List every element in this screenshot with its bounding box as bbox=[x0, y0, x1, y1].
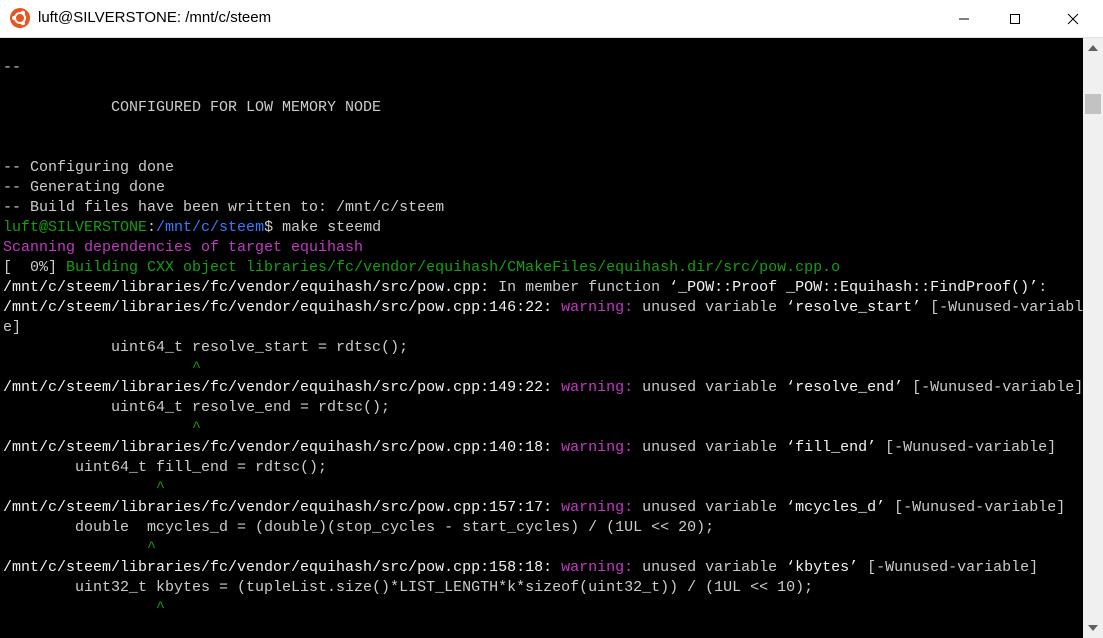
warning-label: warning: bbox=[552, 379, 634, 396]
caret-marker: ^ bbox=[3, 359, 202, 376]
variable-name: ‘kbytes’ bbox=[786, 559, 859, 576]
variable-name: ‘fill_end’ bbox=[786, 439, 877, 456]
message-text: unused variable bbox=[633, 379, 787, 396]
variable-name: ‘resolve_start’ bbox=[786, 299, 922, 316]
code-line: uint64_t resolve_start = rdtsc(); bbox=[3, 339, 409, 356]
code-line: double mcycles_d = (double)(stop_cycles … bbox=[3, 519, 715, 536]
prompt-path: /mnt/c/steem bbox=[156, 219, 265, 236]
progress-percent: [ 0%] bbox=[3, 259, 67, 276]
variable-name: ‘resolve_end’ bbox=[786, 379, 904, 396]
output-line: /mnt/c/steem/libraries/fc/vendor/equihas… bbox=[3, 278, 1047, 298]
warning-line: /mnt/c/steem/libraries/fc/vendor/equihas… bbox=[3, 558, 1038, 578]
close-icon bbox=[1067, 13, 1079, 25]
warning-flag: [-Wunused-variable] bbox=[876, 439, 1057, 456]
window-title: luft@SILVERSTONE: /mnt/c/steem bbox=[38, 9, 272, 26]
prompt-command: $ make steemd bbox=[264, 219, 382, 236]
prompt-separator: : bbox=[147, 219, 157, 236]
message-text: unused variable bbox=[633, 299, 787, 316]
output-line: CONFIGURED FOR LOW MEMORY NODE bbox=[3, 99, 382, 116]
ubuntu-icon[interactable] bbox=[10, 8, 30, 28]
output-line: e] bbox=[3, 319, 22, 336]
scroll-thumb[interactable] bbox=[1085, 94, 1101, 114]
warning-label: warning: bbox=[552, 559, 634, 576]
warning-label: warning: bbox=[552, 299, 634, 316]
message-text: unused variable bbox=[633, 559, 787, 576]
title-bar[interactable]: luft@SILVERSTONE: /mnt/c/steem bbox=[0, 0, 1103, 38]
source-location: /mnt/c/steem/libraries/fc/vendor/equihas… bbox=[3, 499, 553, 516]
caret-marker: ^ bbox=[3, 419, 202, 436]
warning-line: /mnt/c/steem/libraries/fc/vendor/equihas… bbox=[3, 498, 1065, 518]
code-line: uint32_t kbytes = (tupleList.size()*LIST… bbox=[3, 579, 814, 596]
terminal-output[interactable]: -- CONFIGURED FOR LOW MEMORY NODE -- Con… bbox=[0, 38, 1083, 638]
output-line: -- Generating done bbox=[3, 179, 166, 196]
source-location: /mnt/c/steem/libraries/fc/vendor/equihas… bbox=[3, 559, 553, 576]
warning-label: warning: bbox=[552, 439, 634, 456]
prompt-line: luft@SILVERSTONE:/mnt/c/steem$ make stee… bbox=[3, 218, 381, 238]
output-line: -- Configuring done bbox=[3, 159, 175, 176]
message-text: unused variable bbox=[633, 439, 787, 456]
minimize-icon bbox=[959, 18, 969, 20]
output-line: -- Build files have been written to: /mn… bbox=[3, 199, 445, 216]
message-text: : bbox=[1038, 279, 1048, 296]
vertical-scrollbar[interactable] bbox=[1083, 38, 1103, 638]
code-line: uint64_t fill_end = rdtsc(); bbox=[3, 459, 328, 476]
source-location: /mnt/c/steem/libraries/fc/vendor/equihas… bbox=[3, 379, 553, 396]
close-button[interactable] bbox=[1050, 0, 1096, 38]
function-name: ‘_POW::Proof _POW::Equihash::FindProof()… bbox=[669, 279, 1039, 296]
scroll-up-button[interactable] bbox=[1083, 38, 1103, 58]
output-line: Scanning dependencies of target equihash bbox=[3, 239, 364, 256]
chevron-down-icon bbox=[1088, 625, 1098, 631]
caret-marker: ^ bbox=[3, 479, 166, 496]
build-step: Building CXX object libraries/fc/vendor/… bbox=[66, 259, 841, 276]
warning-flag: [-Wunused-variable] bbox=[885, 499, 1066, 516]
message-text: unused variable bbox=[633, 499, 787, 516]
prompt-user: luft@SILVERSTONE bbox=[3, 219, 148, 236]
source-location: /mnt/c/steem/libraries/fc/vendor/equihas… bbox=[3, 439, 553, 456]
caret-marker: ^ bbox=[3, 539, 157, 556]
warning-flag: [-Wunused-variable] bbox=[903, 379, 1083, 396]
build-progress-line: [ 0%] Building CXX object libraries/fc/v… bbox=[3, 258, 840, 278]
source-location: /mnt/c/steem/libraries/fc/vendor/equihas… bbox=[3, 279, 490, 296]
caret-marker: ^ bbox=[3, 599, 166, 616]
warning-line: /mnt/c/steem/libraries/fc/vendor/equihas… bbox=[3, 438, 1056, 458]
chevron-up-icon bbox=[1088, 45, 1098, 51]
source-location: /mnt/c/steem/libraries/fc/vendor/equihas… bbox=[3, 299, 553, 316]
minimize-button[interactable] bbox=[941, 0, 987, 38]
warning-label: warning: bbox=[552, 499, 634, 516]
maximize-icon bbox=[1010, 14, 1020, 24]
scroll-down-button[interactable] bbox=[1083, 618, 1103, 638]
variable-name: ‘mcycles_d’ bbox=[786, 499, 886, 516]
warning-flag: [-Wunused-variabl bbox=[921, 299, 1083, 316]
terminal-window: luft@SILVERSTONE: /mnt/c/steem -- CONFIG… bbox=[0, 0, 1103, 638]
maximize-button[interactable] bbox=[992, 0, 1038, 38]
warning-line: /mnt/c/steem/libraries/fc/vendor/equihas… bbox=[3, 298, 1083, 318]
warning-line: /mnt/c/steem/libraries/fc/vendor/equihas… bbox=[3, 378, 1083, 398]
output-line: -- bbox=[3, 59, 22, 76]
message-text: In member function bbox=[489, 279, 670, 296]
warning-flag: [-Wunused-variable] bbox=[858, 559, 1039, 576]
code-line: uint64_t resolve_end = rdtsc(); bbox=[3, 399, 391, 416]
